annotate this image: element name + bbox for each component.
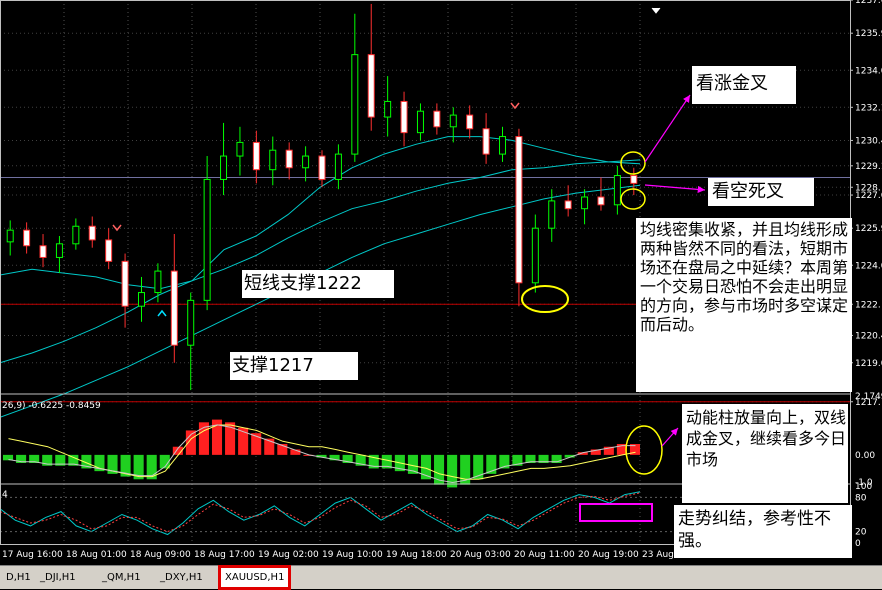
candle-body <box>416 110 424 134</box>
macd-y-label: 2.1749 <box>855 392 882 402</box>
candle-body <box>236 141 244 157</box>
candle-body <box>203 178 211 301</box>
cross-highlight-circle <box>620 188 646 210</box>
stoch-y-label: 80 <box>855 493 867 503</box>
x-tick-label: 20 Aug 19:00 <box>578 550 639 560</box>
candle-body <box>548 200 556 229</box>
tab-qm-h1[interactable]: _QM,H1 <box>98 569 145 586</box>
candle-body <box>384 100 392 118</box>
x-tick-label: 19 Aug 18:00 <box>386 550 447 560</box>
candle-body <box>6 229 14 243</box>
stoch-highlight-box <box>579 503 653 522</box>
candle-body <box>351 54 359 155</box>
candle-body <box>334 153 342 180</box>
golden-cross-label: 看涨金叉 <box>692 66 796 104</box>
support-highlight-circle <box>521 285 569 313</box>
y-tick-label: 1220.4 <box>855 331 882 341</box>
candle-body <box>613 175 621 206</box>
candle-body <box>55 243 63 258</box>
macd-y-label: 0.00 <box>855 451 875 461</box>
down-arrow-icon <box>112 224 122 232</box>
candles <box>6 3 638 391</box>
stoch-y-label: 100 <box>855 482 872 492</box>
candle-body <box>187 299 195 346</box>
x-tick-label: 20 Aug 11:00 <box>514 550 575 560</box>
tab-dxy-h1[interactable]: _DXY,H1 <box>156 569 207 586</box>
x-tick-label: 20 Aug 03:00 <box>450 550 511 560</box>
y-tick-label: 1219.0 <box>855 359 882 369</box>
x-tick-label: 18 Aug 17:00 <box>194 550 255 560</box>
y-tick-label: 1222. <box>855 300 881 310</box>
annotation-arrow <box>661 427 679 447</box>
macd-commentary: 动能柱放量向上，双线成金叉，继续看多今日市场 <box>682 404 848 503</box>
candle-body <box>105 239 113 262</box>
y-tick-label: 1234.0 <box>855 66 882 76</box>
candle-body <box>137 292 145 307</box>
symbol-tabs: D,H1 _DJI,H1 _QM,H1 _DXY,H1 XAUUSD,H1 <box>0 565 882 590</box>
up-arrow-icon <box>157 309 167 317</box>
candle-body <box>531 227 539 284</box>
support-label: 支撑1217 <box>230 352 358 380</box>
x-tick-label: 19 Aug 02:00 <box>258 550 319 560</box>
tab-d-h1[interactable]: D,H1 <box>2 569 35 586</box>
candle-body <box>564 200 572 210</box>
candle-body <box>515 136 523 284</box>
candle-body <box>252 141 260 171</box>
candle-body <box>39 245 47 258</box>
candle-body <box>400 100 408 134</box>
x-tick-label: 18 Aug 01:00 <box>66 550 127 560</box>
candle-body <box>482 128 490 155</box>
tab-dji-h1[interactable]: _DJI,H1 <box>36 569 80 586</box>
y-tick-label: 1237.6 <box>855 0 882 6</box>
candle-body <box>154 270 162 294</box>
candle-body <box>269 149 277 171</box>
death-cross-label: 看空死叉 <box>708 178 814 206</box>
candle-body <box>302 155 310 169</box>
macd-bar <box>3 454 14 461</box>
y-tick-label: 1227.6 <box>855 191 882 201</box>
y-tick-label: 1230.4 <box>855 136 882 146</box>
candle-body <box>285 149 293 169</box>
candle-body <box>630 175 638 184</box>
short-support-label: 短线支撑1222 <box>242 270 394 298</box>
chart-shift-icon <box>651 7 661 14</box>
y-tick-label: 1225.9 <box>855 224 882 234</box>
annotation-arrow <box>644 94 691 163</box>
candle-body <box>367 54 375 118</box>
stoch-commentary: 走势纠结，参考性不强。 <box>674 505 852 558</box>
x-tick-label: 19 Aug 10:00 <box>322 550 383 560</box>
candle-body <box>121 260 129 307</box>
candle-body <box>433 110 441 128</box>
candle-body <box>581 196 589 210</box>
candle-body <box>220 155 228 180</box>
candle-body <box>23 229 31 247</box>
candle-body <box>466 114 474 130</box>
candle-body <box>499 136 507 155</box>
macd-main-line <box>8 424 636 484</box>
y-tick-label: 1229.1 <box>855 162 882 172</box>
y-tick-label: 1224.0 <box>855 261 882 271</box>
candle-body <box>88 225 96 241</box>
x-tick-label: 18 Aug 09:00 <box>130 550 191 560</box>
x-tick-label: 17 Aug 16:00 <box>2 550 63 560</box>
candle-body <box>170 270 178 346</box>
macd-header: 26,9) -0.6225 -0.8459 <box>2 401 101 411</box>
candle-body <box>449 114 457 128</box>
tab-xauusd-h1[interactable]: XAUUSD,H1 <box>218 565 292 590</box>
y-tick-label: 1232.1 <box>855 103 882 113</box>
ma-commentary: 均线密集收紧，并且均线形成两种皆然不同的看法，短期市场还在盘局之中延续？本周第一… <box>636 218 852 392</box>
candle-body <box>318 155 326 180</box>
candle-body <box>72 225 80 245</box>
stoch-y-label: 0 <box>855 539 861 549</box>
macd-signal-line <box>8 424 636 480</box>
y-tick-label: 1235.9 <box>855 29 882 39</box>
macd-panel: 26,9) -0.6225 -0.8459 <box>2 401 640 488</box>
stoch-y-label: 20 <box>855 528 867 538</box>
stoch-header: 4 <box>2 490 8 500</box>
candle-body <box>597 196 605 206</box>
